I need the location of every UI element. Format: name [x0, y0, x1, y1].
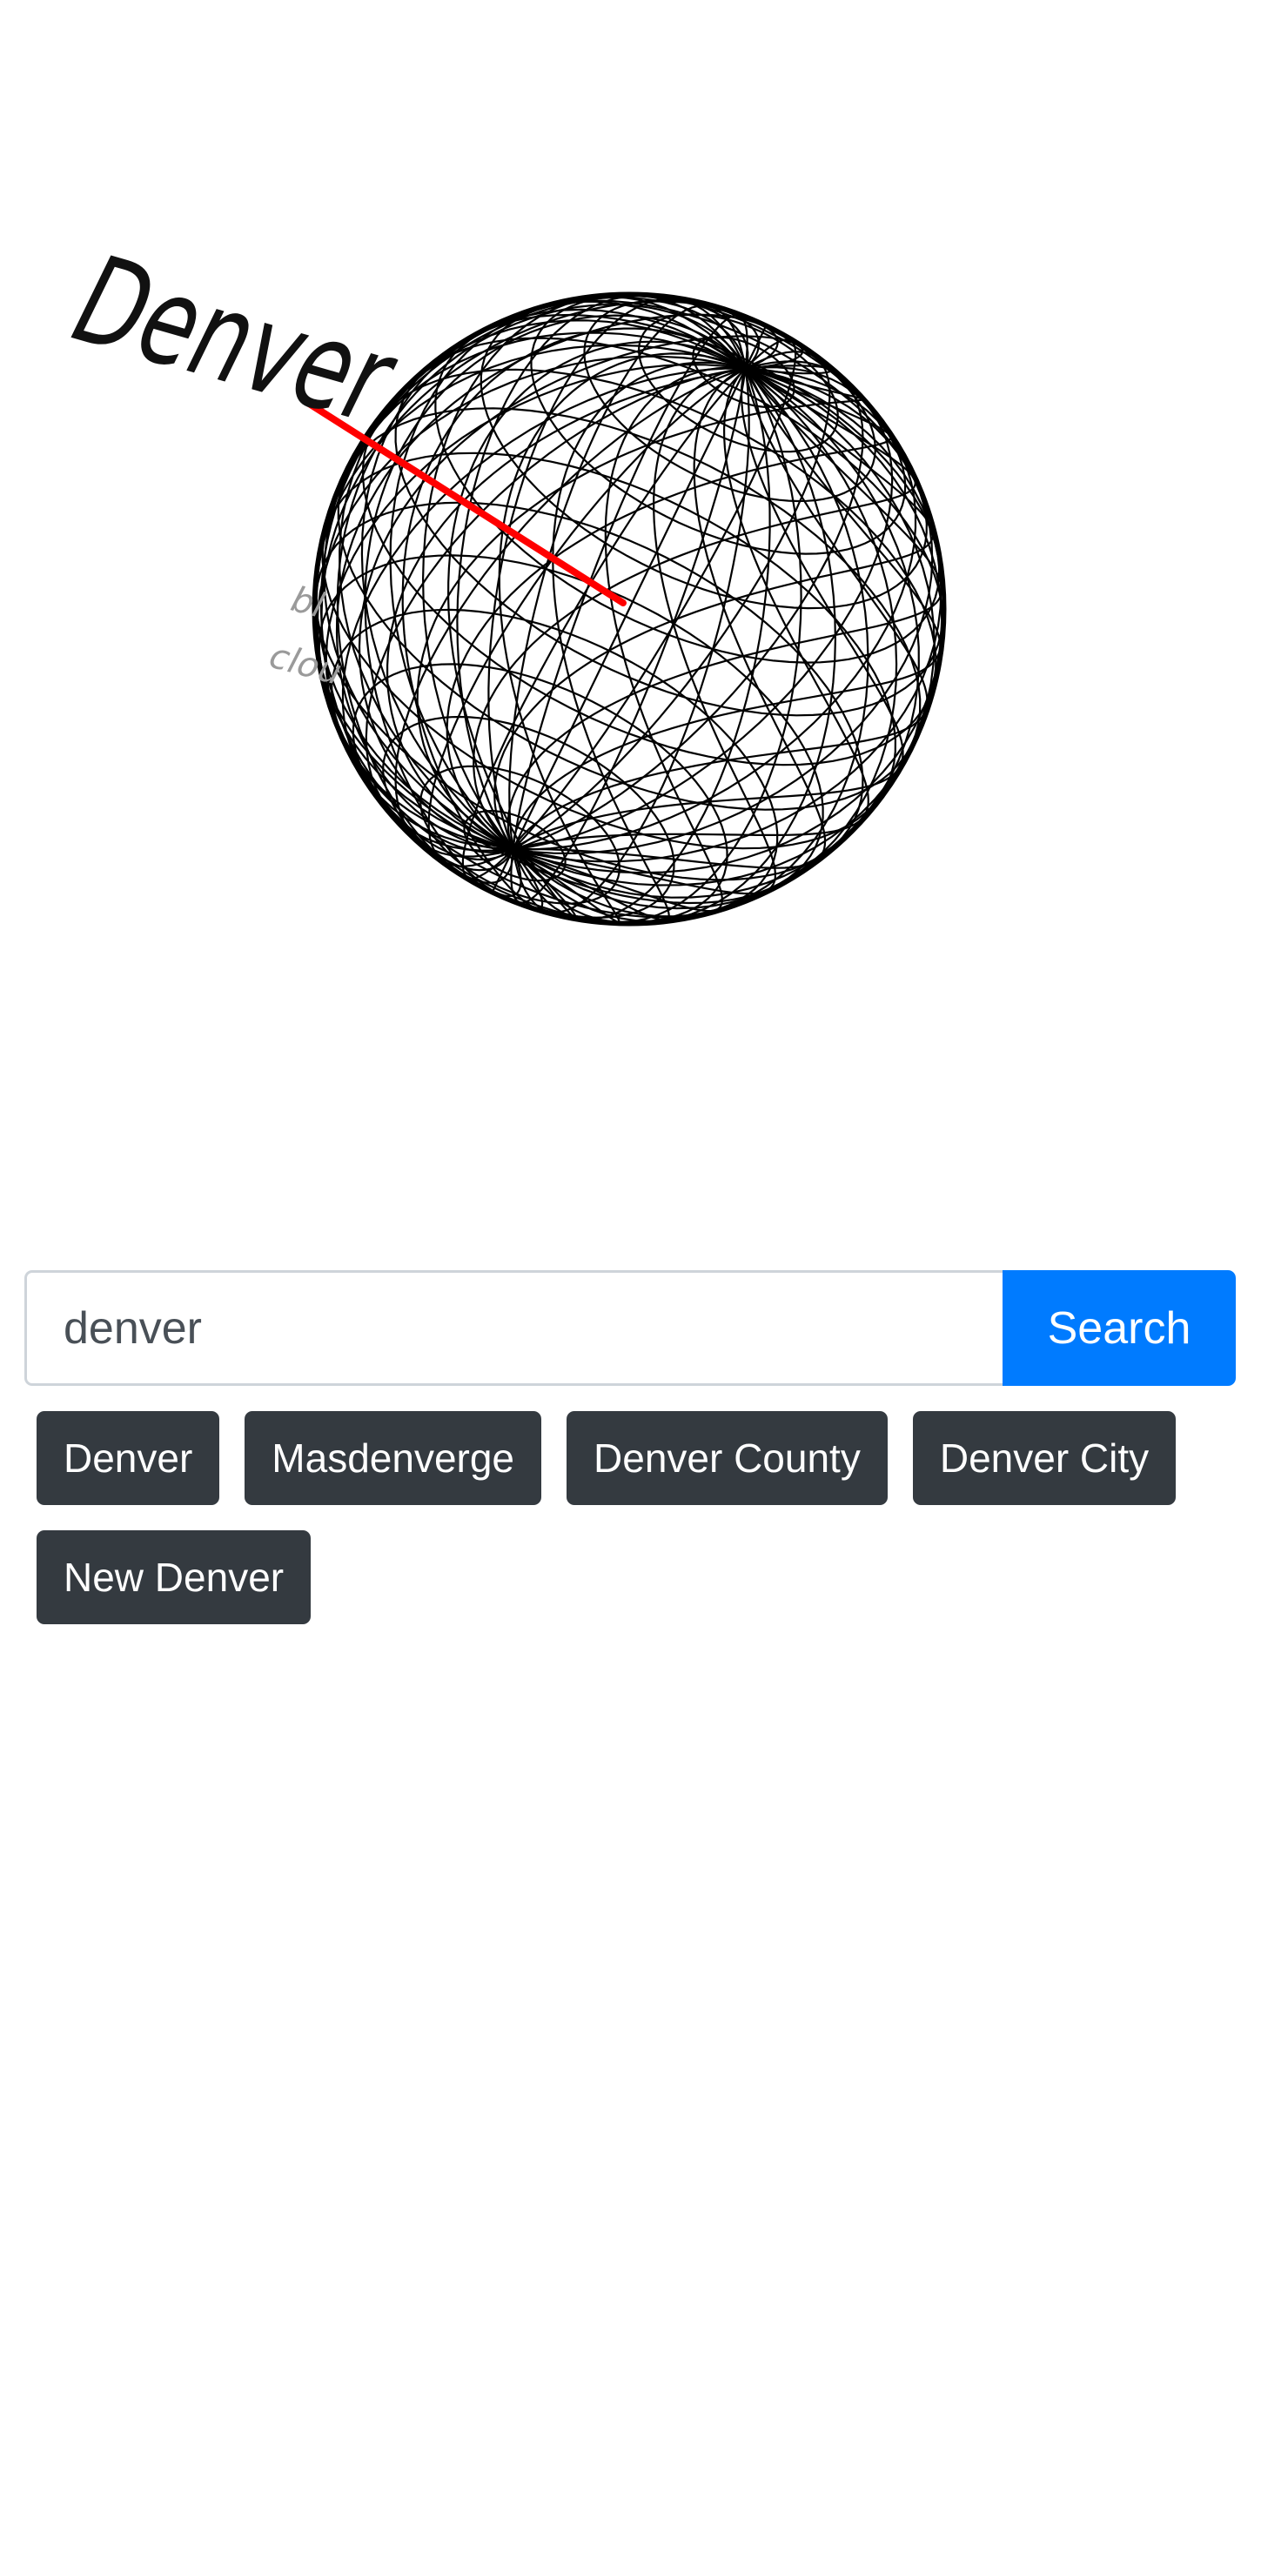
- location-label: Denver: [50, 231, 419, 450]
- suggestion-button[interactable]: New Denver: [37, 1530, 312, 1624]
- globe-gridline: [512, 368, 904, 851]
- suggestion-button[interactable]: Denver: [37, 1411, 220, 1505]
- suggestion-list: Denver Masdenverge Denver County Denver …: [37, 1411, 1238, 1624]
- globe-view[interactable]: bl clou Denver: [0, 0, 1261, 1000]
- search-input[interactable]: [24, 1270, 1003, 1386]
- suggestion-button[interactable]: Masdenverge: [245, 1411, 542, 1505]
- globe-canvas[interactable]: bl clou Denver: [0, 0, 1261, 1000]
- globe-wireframe: [314, 294, 943, 924]
- search-bar: Search: [24, 1270, 1236, 1386]
- search-button[interactable]: Search: [1003, 1270, 1236, 1386]
- suggestion-button[interactable]: Denver City: [912, 1411, 1177, 1505]
- suggestion-button[interactable]: Denver County: [567, 1411, 888, 1505]
